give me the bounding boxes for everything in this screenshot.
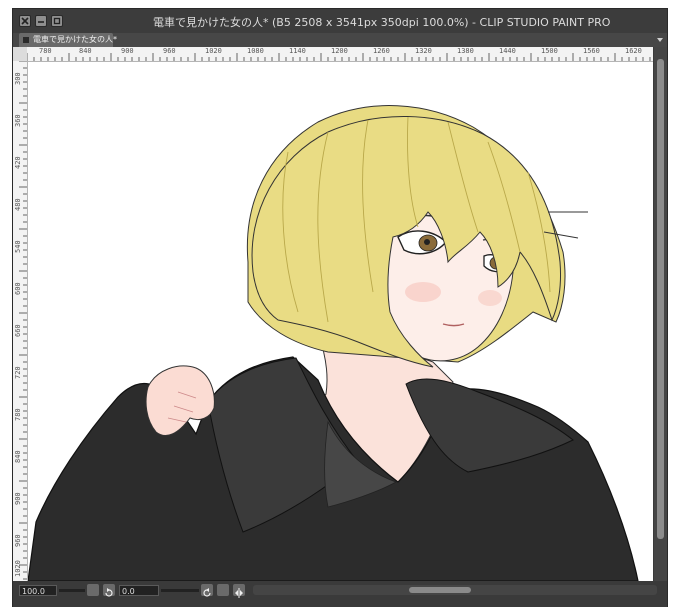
document-tab[interactable]: 電車で見かけた女の人*: [19, 33, 117, 47]
ruler-label: 840: [14, 450, 22, 463]
minimize-icon[interactable]: [35, 15, 47, 27]
document-tab-label: 電車で見かけた女の人*: [33, 35, 117, 44]
ruler-label: 1620: [625, 47, 642, 55]
ruler-label: 1080: [247, 47, 264, 55]
drawing-canvas[interactable]: [28, 62, 653, 581]
rotate-right-icon[interactable]: [201, 584, 213, 597]
status-bar: 100.0 0.0: [13, 581, 667, 607]
ruler-label: 900: [14, 492, 22, 505]
ruler-label: 1260: [373, 47, 390, 55]
ruler-label: 720: [14, 366, 22, 379]
horizontal-scrollbar[interactable]: [253, 585, 657, 595]
ruler-label: 960: [14, 534, 22, 547]
ruler-label: 780: [39, 47, 52, 55]
window-title: 電車で見かけた女の人* (B5 2508 x 3541px 350dpi 100…: [153, 16, 611, 29]
ruler-label: 480: [14, 198, 22, 211]
vertical-ruler: 300 360 420 480 540 600 660 720 780 840 …: [13, 61, 28, 581]
rotate-left-icon[interactable]: [103, 584, 115, 597]
ruler-label: 1020: [14, 560, 22, 577]
rotate-reset-icon[interactable]: [217, 584, 229, 596]
app-window: 電車で見かけた女の人* (B5 2508 x 3541px 350dpi 100…: [12, 8, 668, 607]
ruler-label: 540: [14, 240, 22, 253]
ruler-label: 1140: [289, 47, 306, 55]
ruler-label: 900: [121, 47, 134, 55]
ruler-label: 300: [14, 72, 22, 85]
flip-icon[interactable]: [233, 584, 245, 598]
ruler-label: 360: [14, 114, 22, 127]
ruler-label: 960: [163, 47, 176, 55]
illustration: [28, 105, 639, 581]
horizontal-ruler: 780 840 900 960 1020 1080 1140 1200 1260…: [27, 47, 653, 62]
ruler-label: 1020: [205, 47, 222, 55]
document-tab-bar: 電車で見かけた女の人*: [13, 33, 667, 47]
chevron-down-icon[interactable]: [656, 36, 664, 44]
close-icon[interactable]: [19, 15, 31, 27]
vertical-scrollbar[interactable]: [654, 47, 667, 581]
zoom-slider[interactable]: [59, 585, 85, 596]
ruler-label: 840: [79, 47, 92, 55]
ruler-label: 1380: [457, 47, 474, 55]
rotation-angle-field[interactable]: 0.0: [119, 585, 159, 596]
ruler-label: 780: [14, 408, 22, 421]
ruler-label: 660: [14, 324, 22, 337]
maximize-icon[interactable]: [51, 15, 63, 27]
tab-close-icon[interactable]: [23, 37, 29, 43]
ruler-label: 1440: [499, 47, 516, 55]
ruler-label: 420: [14, 156, 22, 169]
ruler-label: 1560: [583, 47, 600, 55]
ruler-label: 1320: [415, 47, 432, 55]
ruler-label: 1200: [331, 47, 348, 55]
ruler-label: 1500: [541, 47, 558, 55]
zoom-reset-icon[interactable]: [87, 584, 99, 596]
vertical-scroll-thumb[interactable]: [657, 59, 664, 539]
ruler-label: 600: [14, 282, 22, 295]
ruler-corner: [13, 47, 27, 61]
rotation-slider[interactable]: [161, 585, 199, 596]
horizontal-scroll-thumb[interactable]: [409, 587, 471, 593]
zoom-level-field[interactable]: 100.0: [19, 585, 57, 596]
title-bar: 電車で見かけた女の人* (B5 2508 x 3541px 350dpi 100…: [13, 9, 667, 33]
